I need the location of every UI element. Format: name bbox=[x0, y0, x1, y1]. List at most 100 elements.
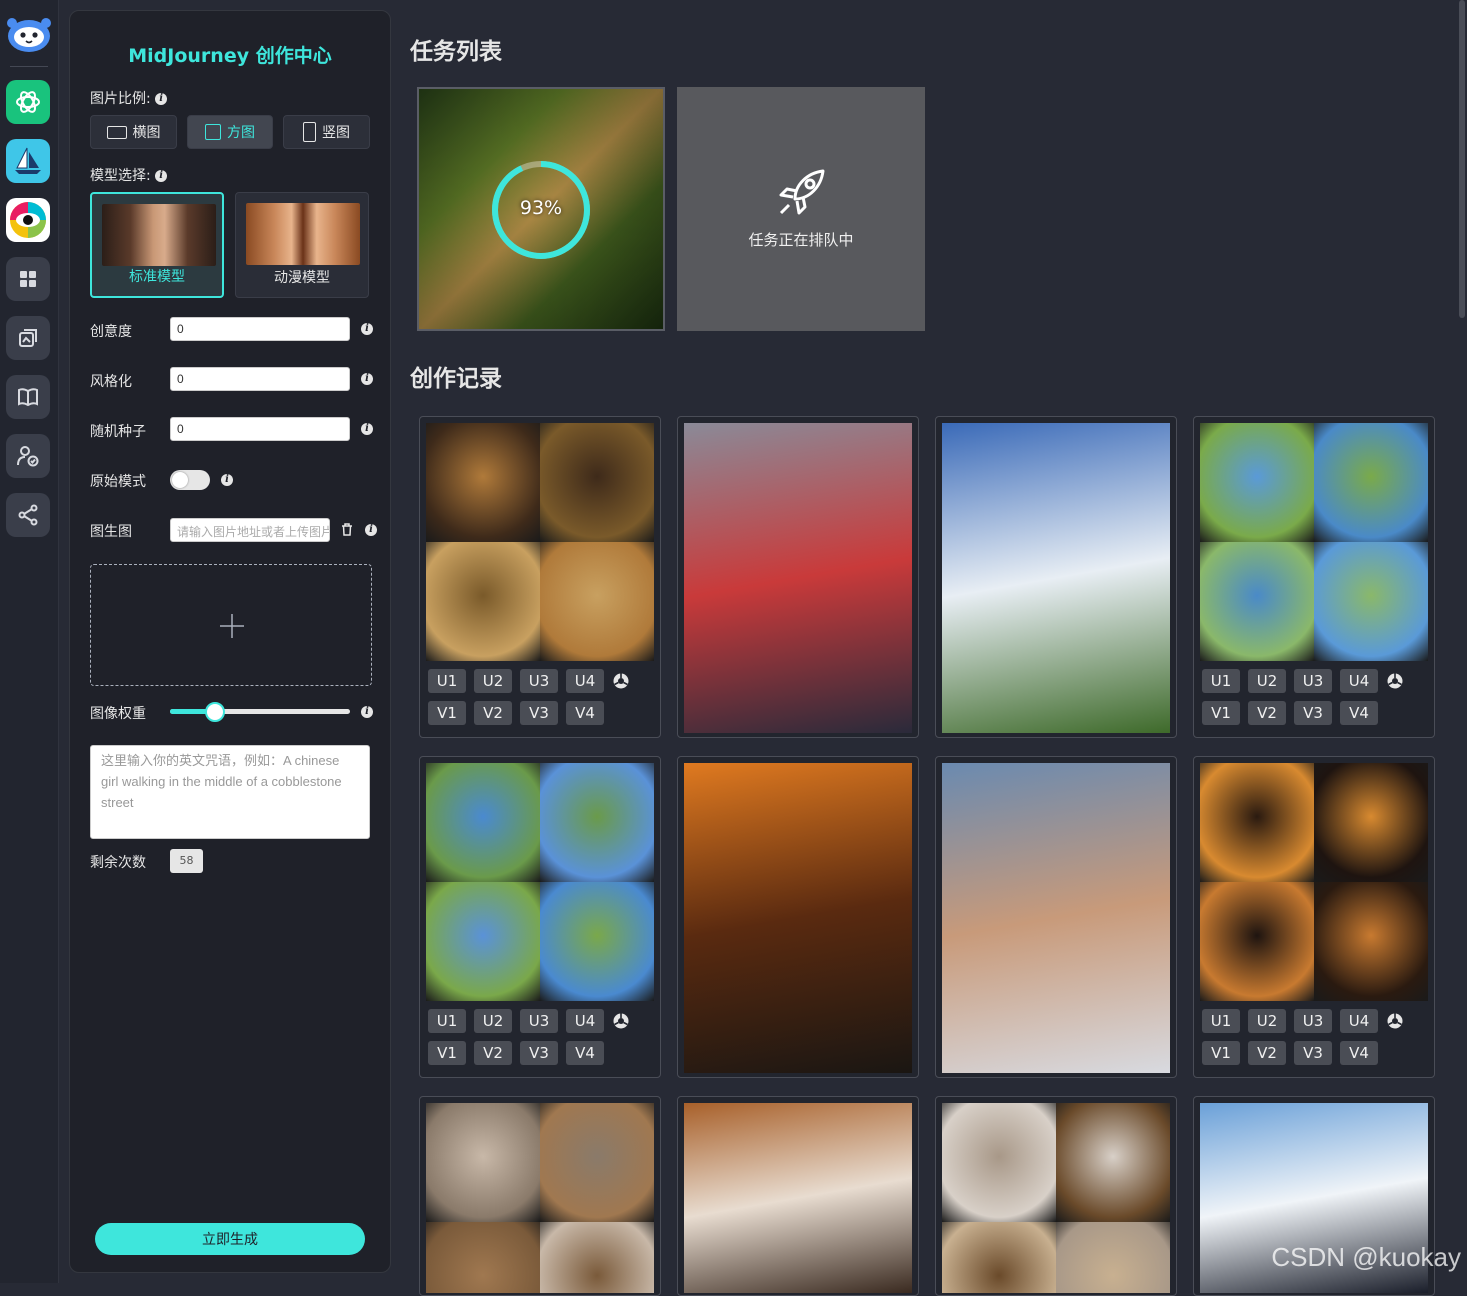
ratio-square-label: 方图 bbox=[227, 125, 255, 141]
variation-button-v2[interactable]: V2 bbox=[474, 1041, 512, 1065]
upscale-button-u3[interactable]: U3 bbox=[520, 669, 558, 693]
grid-apps-icon[interactable] bbox=[6, 257, 50, 301]
image-quadrant bbox=[540, 1103, 654, 1222]
info-icon[interactable]: i bbox=[221, 474, 233, 486]
image-quadrant bbox=[1314, 882, 1428, 1001]
upscale-button-u3[interactable]: U3 bbox=[520, 1009, 558, 1033]
assistant-logo-icon[interactable] bbox=[6, 14, 52, 54]
variation-button-v1[interactable]: V1 bbox=[428, 1041, 466, 1065]
ratio-portrait-label: 竖图 bbox=[322, 125, 350, 141]
model-anime-thumbnail bbox=[246, 203, 360, 265]
reroll-icon[interactable] bbox=[612, 1012, 630, 1030]
queued-status-text: 任务正在排队中 bbox=[748, 231, 854, 249]
upscale-button-u4[interactable]: U4 bbox=[566, 1009, 604, 1033]
info-icon[interactable]: i bbox=[155, 170, 168, 182]
upscale-button-u2[interactable]: U2 bbox=[1248, 669, 1286, 693]
record-image[interactable] bbox=[426, 1103, 654, 1293]
variation-button-v3[interactable]: V3 bbox=[520, 701, 558, 725]
variation-button-v2[interactable]: V2 bbox=[1248, 701, 1286, 725]
variation-button-v3[interactable]: V3 bbox=[520, 1041, 558, 1065]
variation-button-v3[interactable]: V3 bbox=[1294, 701, 1332, 725]
gallery-icon[interactable] bbox=[6, 316, 50, 360]
variation-button-row: V1 V2 V3 V4 bbox=[428, 701, 604, 725]
upscale-button-u1[interactable]: U1 bbox=[428, 669, 466, 693]
variation-button-row: V1 V2 V3 V4 bbox=[1202, 1041, 1378, 1065]
image-quadrant bbox=[540, 763, 654, 882]
trash-icon[interactable] bbox=[341, 523, 353, 536]
variation-button-v1[interactable]: V1 bbox=[1202, 701, 1240, 725]
variation-button-v1[interactable]: V1 bbox=[428, 701, 466, 725]
record-image[interactable] bbox=[426, 763, 654, 1001]
upscale-button-u4[interactable]: U4 bbox=[566, 669, 604, 693]
record-image[interactable] bbox=[1200, 423, 1428, 661]
user-settings-icon[interactable] bbox=[6, 434, 50, 478]
model-anime-card[interactable]: 动漫模型 bbox=[235, 192, 369, 298]
record-image[interactable] bbox=[684, 423, 912, 733]
image-quadrant bbox=[1200, 882, 1314, 1001]
task-queued[interactable]: 任务正在排队中 bbox=[677, 87, 925, 331]
slider-handle[interactable] bbox=[205, 702, 225, 722]
ratio-portrait-button[interactable]: 竖图 bbox=[283, 115, 370, 149]
upscale-button-u1[interactable]: U1 bbox=[1202, 1009, 1240, 1033]
record-image[interactable] bbox=[684, 1103, 912, 1293]
variation-button-v4[interactable]: V4 bbox=[566, 701, 604, 725]
upscale-button-u3[interactable]: U3 bbox=[1294, 669, 1332, 693]
upscale-button-u4[interactable]: U4 bbox=[1340, 669, 1378, 693]
info-icon[interactable]: i bbox=[365, 524, 377, 536]
share-icon[interactable] bbox=[6, 493, 50, 537]
record-image[interactable] bbox=[942, 1103, 1170, 1293]
info-icon[interactable]: i bbox=[361, 706, 373, 718]
record-image[interactable] bbox=[942, 763, 1170, 1073]
info-icon[interactable]: i bbox=[361, 323, 373, 335]
info-icon[interactable]: i bbox=[361, 373, 373, 385]
generate-button[interactable]: 立即生成 bbox=[95, 1223, 365, 1255]
ratio-square-button[interactable]: 方图 bbox=[187, 115, 273, 149]
variation-button-v2[interactable]: V2 bbox=[474, 701, 512, 725]
info-icon[interactable]: i bbox=[155, 93, 168, 105]
seed-input[interactable] bbox=[170, 417, 350, 441]
reroll-icon[interactable] bbox=[1386, 1012, 1404, 1030]
image-weight-slider[interactable] bbox=[170, 702, 350, 722]
record-image[interactable] bbox=[684, 763, 912, 1073]
variation-button-v3[interactable]: V3 bbox=[1294, 1041, 1332, 1065]
variation-button-v4[interactable]: V4 bbox=[1340, 701, 1378, 725]
upscale-button-u2[interactable]: U2 bbox=[474, 1009, 512, 1033]
task-in-progress[interactable]: 93% bbox=[417, 87, 665, 331]
record-image[interactable] bbox=[1200, 763, 1428, 1001]
variation-button-v4[interactable]: V4 bbox=[1340, 1041, 1378, 1065]
variation-button-v1[interactable]: V1 bbox=[1202, 1041, 1240, 1065]
image-quadrant bbox=[426, 423, 540, 542]
info-icon[interactable]: i bbox=[361, 423, 373, 435]
upscale-button-u3[interactable]: U3 bbox=[1294, 1009, 1332, 1033]
upscale-button-row: U1 U2 U3 U4 bbox=[1202, 1009, 1404, 1033]
variation-button-v4[interactable]: V4 bbox=[566, 1041, 604, 1065]
upscale-button-u1[interactable]: U1 bbox=[1202, 669, 1240, 693]
eye-art-icon[interactable] bbox=[6, 198, 50, 242]
upscale-button-u2[interactable]: U2 bbox=[474, 669, 512, 693]
image-upload-dropzone[interactable] bbox=[90, 564, 372, 686]
prompt-textarea[interactable]: 这里输入你的英文咒语，例如：A chinese girl walking in … bbox=[90, 745, 370, 839]
image-url-input[interactable]: 请输入图片地址或者上传图片 bbox=[170, 518, 330, 542]
page-scrollbar[interactable] bbox=[1459, 0, 1465, 318]
record-image[interactable] bbox=[426, 423, 654, 661]
midjourney-icon[interactable] bbox=[6, 139, 50, 183]
portrait-shape-icon bbox=[303, 122, 316, 142]
record-image[interactable] bbox=[942, 423, 1170, 733]
upscale-button-u4[interactable]: U4 bbox=[1340, 1009, 1378, 1033]
raw-mode-toggle[interactable] bbox=[170, 470, 210, 490]
reroll-icon[interactable] bbox=[1386, 672, 1404, 690]
creativity-input[interactable] bbox=[170, 317, 350, 341]
ratio-landscape-button[interactable]: 横图 bbox=[90, 115, 177, 149]
model-standard-card[interactable]: 标准模型 bbox=[90, 192, 224, 298]
image-quadrant bbox=[540, 1222, 654, 1293]
upscale-button-u1[interactable]: U1 bbox=[428, 1009, 466, 1033]
variation-button-v2[interactable]: V2 bbox=[1248, 1041, 1286, 1065]
book-icon[interactable] bbox=[6, 375, 50, 419]
image-quadrant bbox=[1056, 1103, 1170, 1222]
reroll-icon[interactable] bbox=[612, 672, 630, 690]
upscale-button-u2[interactable]: U2 bbox=[1248, 1009, 1286, 1033]
remaining-label: 剩余次数 bbox=[90, 855, 146, 871]
chatgpt-icon[interactable] bbox=[6, 80, 50, 124]
stylize-input[interactable] bbox=[170, 367, 350, 391]
record-card bbox=[935, 416, 1177, 738]
